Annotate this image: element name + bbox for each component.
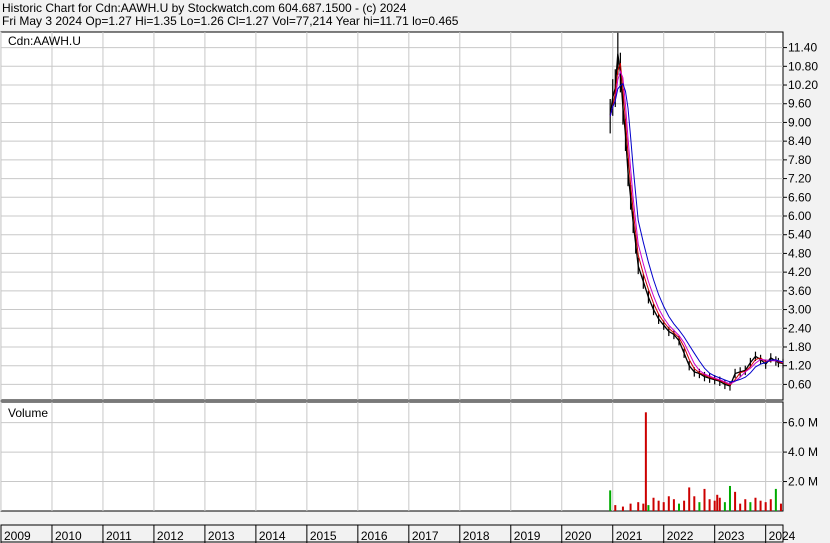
volume-bar [672, 499, 675, 511]
volume-y-tick-label: 2.0 M [788, 475, 818, 489]
x-axis-tick-label: 2021 [616, 529, 643, 543]
volume-bar [644, 412, 647, 511]
x-axis-tick-label: 2010 [55, 529, 82, 543]
volume-bar [657, 500, 660, 511]
volume-bar [718, 497, 721, 511]
price-y-tick-label: 5.40 [788, 228, 812, 242]
volume-bar [609, 490, 612, 511]
x-axis-tick-label: 2016 [361, 529, 388, 543]
x-axis-tick-label: 2023 [718, 529, 745, 543]
volume-bar [683, 500, 686, 511]
price-y-tick-label: 8.40 [788, 134, 812, 148]
volume-bar [754, 497, 757, 511]
x-axis-tick-label: 2015 [310, 529, 337, 543]
price-chart-label: Cdn:AAWH.U [8, 34, 81, 48]
price-y-tick-label: 9.60 [788, 97, 812, 111]
volume-y-tick-label: 4.0 M [788, 445, 818, 459]
volume-bar [774, 488, 777, 511]
volume-bar [716, 494, 719, 511]
price-y-tick-label: 10.80 [788, 59, 818, 73]
x-axis-tick-label: 2012 [157, 529, 184, 543]
volume-bar [621, 506, 624, 511]
volume-y-axis: 6.0 M 4.0 M 2.0 M [783, 416, 818, 489]
x-axis: 2009 2010 2011 2012 2013 2014 2015 2016 2017 2018… [0, 524, 796, 543]
volume-bar [662, 502, 665, 511]
volume-bar [759, 500, 762, 511]
volume-bar [764, 502, 767, 511]
x-axis-tick-label: 2014 [259, 529, 286, 543]
volume-bar [629, 503, 632, 511]
volume-bar [678, 503, 681, 511]
x-axis-tick-label: 2019 [514, 529, 541, 543]
volume-bar [688, 487, 691, 511]
volume-bar [642, 503, 645, 511]
x-axis-tick-label: 2022 [667, 529, 694, 543]
volume-bar [698, 502, 701, 511]
price-y-tick-label: 0.60 [788, 377, 812, 391]
volume-bar [728, 485, 731, 511]
x-axis-tick-label: 2011 [106, 529, 132, 543]
x-axis-tick-label: 2009 [4, 529, 31, 543]
price-y-tick-label: 1.80 [788, 340, 812, 354]
chart-canvas: 11.40 10.80 10.20 9.60 9.00 8.40 7.80 7.20 6.60 6… [0, 31, 818, 543]
price-y-tick-label: 11.40 [788, 41, 817, 55]
volume-bar [744, 499, 747, 511]
price-y-tick-label: 10.20 [788, 78, 818, 92]
x-axis-tick-label: 2018 [463, 529, 490, 543]
volume-bar [739, 503, 742, 511]
price-y-axis: 11.40 10.80 10.20 9.60 9.00 8.40 7.80 7.20 6.60 6… [783, 41, 818, 391]
volume-bar [652, 497, 655, 511]
price-y-tick-label: 6.60 [788, 190, 812, 204]
price-y-tick-label: 3.00 [788, 303, 812, 317]
volume-bar [703, 488, 706, 511]
volume-bar [647, 505, 650, 511]
volume-plot-area [0, 401, 784, 512]
price-y-tick-label: 7.80 [788, 153, 812, 167]
price-y-tick-label: 4.20 [788, 265, 812, 279]
volume-bar [723, 502, 726, 511]
volume-bar [713, 500, 716, 511]
x-axis-tick-label: 2020 [565, 529, 592, 543]
volume-bar [708, 499, 711, 511]
price-y-tick-label: 3.60 [788, 284, 812, 298]
price-y-tick-label: 4.80 [788, 246, 812, 260]
volume-bar [779, 503, 782, 511]
volume-bar [693, 496, 696, 511]
x-axis-tick-label: 2024 [769, 529, 796, 543]
volume-bar [769, 499, 772, 511]
volume-panel: 6.0 M 4.0 M 2.0 M Volume [0, 401, 818, 512]
price-y-tick-label: 7.20 [788, 172, 812, 186]
volume-chart-label: Volume [8, 406, 48, 420]
price-y-tick-label: 9.00 [788, 115, 812, 129]
x-axis-tick-label: 2013 [208, 529, 235, 543]
volume-bar [614, 505, 617, 511]
volume-bar [667, 496, 670, 511]
volume-bar [749, 502, 752, 511]
volume-bar [637, 502, 640, 511]
price-y-tick-label: 6.00 [788, 209, 812, 223]
volume-y-tick-label: 6.0 M [788, 416, 818, 430]
price-panel: 11.40 10.80 10.20 9.60 9.00 8.40 7.80 7.20 6.60 6… [0, 31, 818, 401]
price-y-tick-label: 2.40 [788, 321, 812, 335]
x-axis-tick-label: 2017 [412, 529, 439, 543]
price-y-tick-label: 1.20 [788, 359, 812, 373]
volume-bar [734, 491, 737, 511]
